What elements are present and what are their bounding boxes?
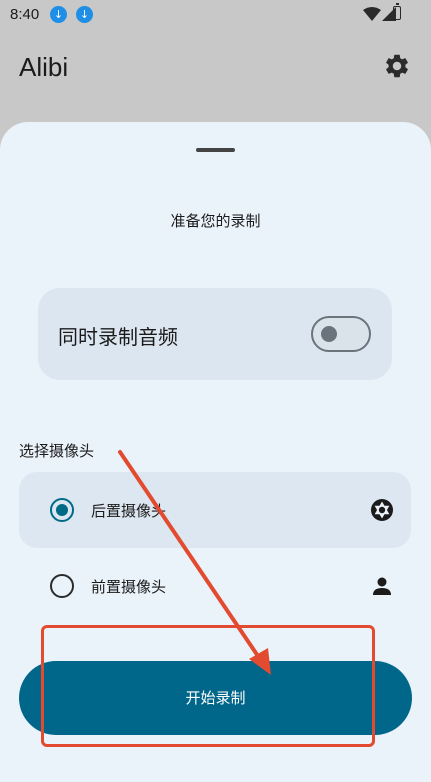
- gear-icon[interactable]: [383, 52, 411, 80]
- wifi-icon: [363, 7, 381, 21]
- camera-section-label: 选择摄像头: [19, 442, 95, 460]
- back-camera-radio[interactable]: [50, 498, 74, 522]
- drag-handle[interactable]: [196, 148, 235, 152]
- front-camera-option[interactable]: 前置摄像头: [19, 548, 411, 624]
- back-camera-option[interactable]: 后置摄像头: [19, 472, 411, 548]
- app-title: Alibi: [19, 52, 69, 82]
- front-camera-radio[interactable]: [50, 574, 74, 598]
- app-bar: Alibi: [0, 30, 431, 110]
- radio-selected-dot: [56, 504, 68, 516]
- status-time: 8:40: [10, 6, 40, 23]
- toggle-knob: [321, 326, 337, 342]
- person-icon: [373, 577, 391, 595]
- back-camera-label: 后置摄像头: [91, 502, 167, 520]
- download-notification-icon: ↓: [50, 6, 67, 23]
- sheet-title: 准备您的录制: [170, 212, 261, 230]
- start-recording-button[interactable]: 开始录制: [19, 661, 412, 735]
- camera-aperture-icon: [371, 499, 393, 521]
- record-audio-option[interactable]: 同时录制音频: [38, 288, 392, 380]
- status-bar: 8:40 ↓ ↓: [0, 0, 431, 30]
- battery-icon: [393, 3, 401, 20]
- record-audio-toggle[interactable]: [311, 316, 371, 352]
- record-audio-label: 同时录制音频: [58, 325, 178, 349]
- front-camera-label: 前置摄像头: [91, 578, 167, 596]
- download-notification-icon: ↓: [76, 6, 93, 23]
